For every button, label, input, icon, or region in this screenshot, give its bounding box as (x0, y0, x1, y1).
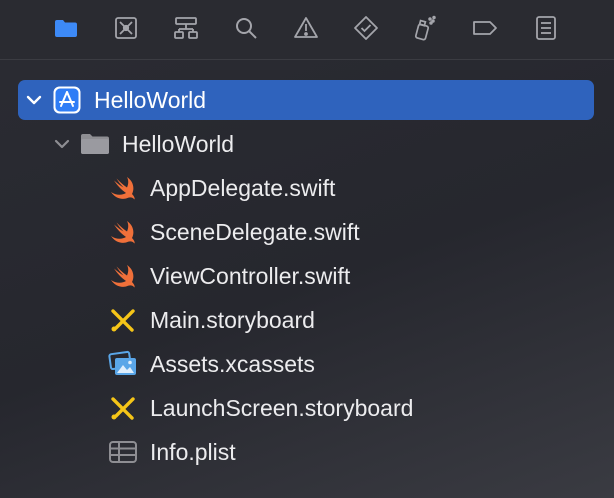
storyboard-icon (111, 309, 135, 332)
tree-row-file[interactable]: LaunchScreen.storyboard (18, 388, 594, 428)
tree-label-file: Info.plist (150, 439, 236, 465)
app-project-icon (53, 86, 81, 114)
tree-label-project: HelloWorld (94, 87, 207, 113)
tree-label-group: HelloWorld (122, 131, 235, 157)
report-navigator-button[interactable] (530, 12, 562, 44)
folder-icon (81, 134, 109, 154)
tree-row-project[interactable]: HelloWorld (18, 80, 594, 120)
tree-row-file[interactable]: SceneDelegate.swift (18, 212, 594, 252)
swift-icon (111, 265, 135, 288)
search-icon (236, 18, 257, 39)
tree-row-file[interactable]: Assets.xcassets (18, 344, 594, 384)
tree-label-file: Assets.xcassets (150, 351, 315, 377)
folder-icon (55, 20, 77, 37)
source-control-icon (115, 17, 137, 39)
report-list-icon (536, 16, 556, 40)
swift-icon (111, 221, 135, 244)
test-diamond-icon (354, 16, 378, 40)
assets-icon (108, 350, 136, 375)
hierarchy-icon (174, 17, 198, 39)
test-navigator-button[interactable] (350, 12, 382, 44)
symbol-navigator-button[interactable] (170, 12, 202, 44)
source-control-navigator-button[interactable] (110, 12, 142, 44)
tree-row-group[interactable]: HelloWorld (18, 124, 594, 164)
project-navigator-tree: HelloWorld HelloWorld AppDelegate.swift … (0, 60, 614, 498)
project-navigator-button[interactable] (50, 12, 82, 44)
plist-icon (109, 441, 137, 463)
tree-row-file[interactable]: Main.storyboard (18, 300, 594, 340)
breakpoint-navigator-button[interactable] (469, 12, 501, 44)
storyboard-icon (111, 397, 135, 420)
tree-row-file[interactable]: AppDelegate.swift (18, 168, 594, 208)
issue-navigator-button[interactable] (290, 12, 322, 44)
tree-label-file: SceneDelegate.swift (150, 219, 360, 245)
chevron-down-icon[interactable] (24, 90, 44, 110)
tree-row-file[interactable]: Info.plist (18, 432, 594, 472)
chevron-down-icon[interactable] (52, 134, 72, 154)
tag-icon (473, 21, 497, 35)
tree-row-file[interactable]: ViewController.swift (18, 256, 594, 296)
debug-spray-icon (414, 15, 436, 41)
tree-label-file: LaunchScreen.storyboard (150, 395, 414, 421)
tree-label-file: AppDelegate.swift (150, 175, 336, 201)
tree-label-file: Main.storyboard (150, 307, 315, 333)
find-navigator-button[interactable] (230, 12, 262, 44)
warning-icon (294, 17, 318, 38)
navigator-toolbar (0, 0, 614, 60)
debug-navigator-button[interactable] (408, 12, 440, 44)
tree-label-file: ViewController.swift (150, 263, 351, 289)
swift-icon (111, 177, 135, 200)
